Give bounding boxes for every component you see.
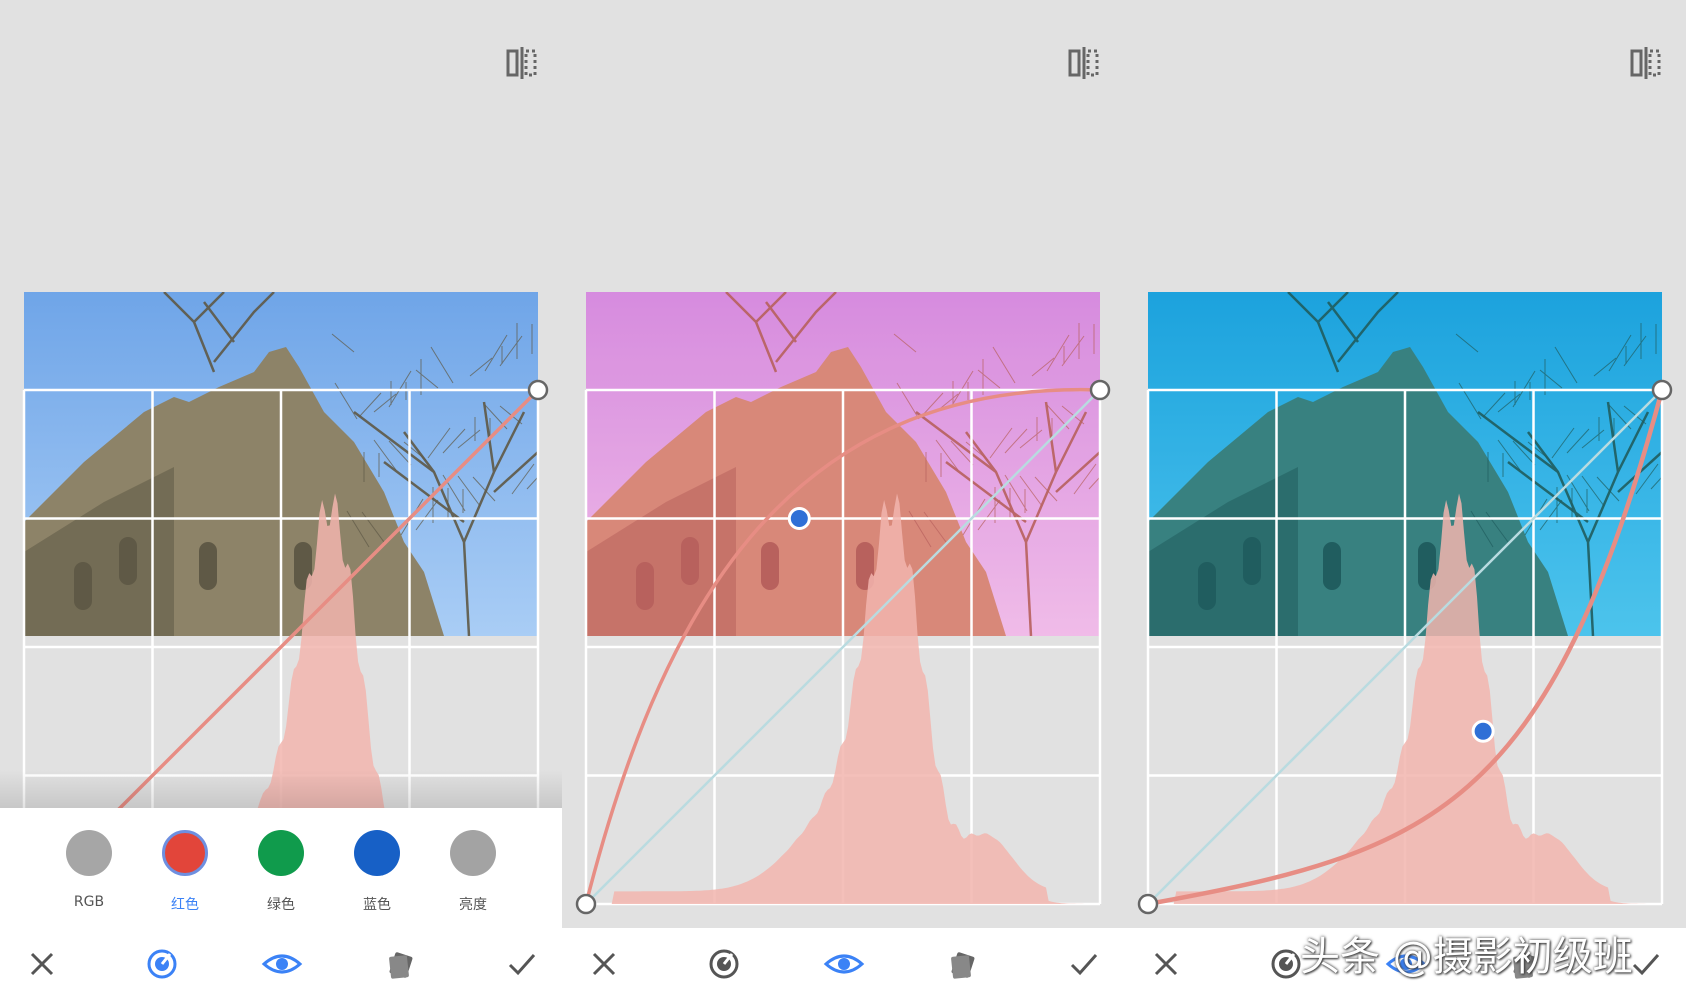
curves-editor[interactable] <box>562 0 1124 1000</box>
eye-icon[interactable] <box>820 940 868 988</box>
eye-icon[interactable] <box>258 940 306 988</box>
curve-point-white[interactable] <box>527 379 549 401</box>
curve-point-black[interactable] <box>1137 893 1159 915</box>
channel-brightness-dot[interactable] <box>450 830 496 876</box>
bottom-toolbar <box>562 928 1124 1000</box>
channel-blue-label: 蓝色 <box>363 897 391 913</box>
watermark: 头条 @摄影初级班 <box>1300 934 1633 980</box>
curves-editor[interactable] <box>1124 0 1686 1000</box>
presets-icon[interactable] <box>940 940 988 988</box>
channel-red[interactable]: 红色 <box>142 830 228 914</box>
bottom-toolbar <box>0 928 562 1000</box>
close-icon[interactable] <box>580 940 628 988</box>
curve-control-point[interactable] <box>1471 719 1495 743</box>
channel-palette: RGB 红色 绿色 蓝色 亮度 <box>0 808 562 928</box>
channel-brightness[interactable]: 亮度 <box>430 830 516 914</box>
curves-panel-red-boost <box>562 0 1124 1000</box>
channel-rgb-label: RGB <box>73 894 105 910</box>
curve-control-point[interactable] <box>787 507 811 530</box>
channel-rgb-dot[interactable] <box>66 830 112 876</box>
channel-blue-dot[interactable] <box>354 830 400 876</box>
curve-point-white[interactable] <box>1651 379 1673 401</box>
color-picker-icon[interactable] <box>700 940 748 988</box>
channel-green-label: 绿色 <box>267 897 295 913</box>
presets-icon[interactable] <box>378 940 426 988</box>
curves-panel-red-reduce <box>1124 0 1686 1000</box>
checkmark-icon[interactable] <box>498 940 546 988</box>
channel-green-dot[interactable] <box>258 830 304 876</box>
screenshot-collage: RGB 红色 绿色 蓝色 亮度 头条 @摄影初级班 <box>0 0 1686 1000</box>
color-picker-icon[interactable] <box>138 940 186 988</box>
close-icon[interactable] <box>18 940 66 988</box>
channel-red-label: 红色 <box>171 897 199 913</box>
channel-red-dot[interactable] <box>162 830 208 876</box>
close-icon[interactable] <box>1142 940 1190 988</box>
channel-brightness-label: 亮度 <box>459 897 487 913</box>
channel-blue[interactable]: 蓝色 <box>334 830 420 914</box>
channel-green[interactable]: 绿色 <box>238 830 324 914</box>
checkmark-icon[interactable] <box>1060 940 1108 988</box>
curve-point-white[interactable] <box>1089 379 1111 401</box>
curve-point-black[interactable] <box>575 893 597 915</box>
channel-rgb[interactable]: RGB <box>46 830 132 910</box>
palette-shadow <box>0 770 562 810</box>
curves-panel-original: RGB 红色 绿色 蓝色 亮度 <box>0 0 562 1000</box>
